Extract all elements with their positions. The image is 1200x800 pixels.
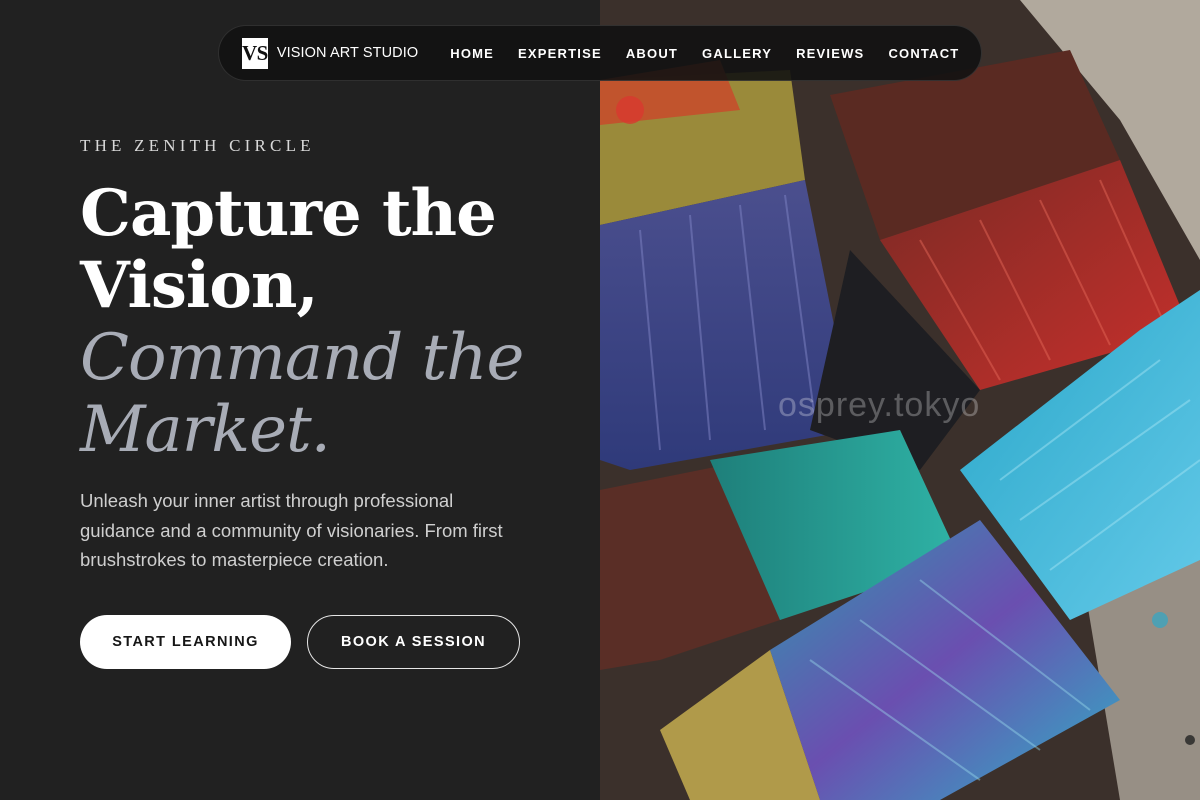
nav-item-expertise[interactable]: EXPERTISE (518, 46, 602, 61)
headline-line-2: Vision, (80, 248, 319, 323)
hero-left-panel: THE ZENITH CIRCLE Capture the Vision, Co… (0, 0, 600, 800)
nav-item-home[interactable]: HOME (450, 46, 494, 61)
top-navigation: VS VISION ART STUDIO HOME EXPERTISE ABOU… (218, 25, 982, 81)
start-learning-button[interactable]: START LEARNING (80, 615, 291, 669)
hero-headline: Capture the Vision, Command the Market. (80, 176, 580, 467)
logo-mark[interactable]: VS (242, 37, 268, 69)
nav-item-contact[interactable]: CONTACT (888, 46, 959, 61)
brand-name[interactable]: VISION ART STUDIO (277, 45, 418, 61)
headline-line-3: Command the (80, 321, 524, 395)
nav-menu: HOME EXPERTISE ABOUT GALLERY REVIEWS CON… (450, 46, 983, 61)
headline-line-4: Market. (80, 393, 331, 467)
hero-eyebrow: THE ZENITH CIRCLE (80, 136, 315, 155)
nav-item-reviews[interactable]: REVIEWS (796, 46, 864, 61)
image-watermark: osprey.tokyo (778, 386, 981, 424)
headline-line-1: Capture the (80, 176, 497, 251)
nav-item-about[interactable]: ABOUT (626, 46, 678, 61)
hero-description: Unleash your inner artist through profes… (80, 490, 503, 570)
book-session-button[interactable]: BOOK A SESSION (307, 615, 520, 669)
nav-item-gallery[interactable]: GALLERY (702, 46, 772, 61)
